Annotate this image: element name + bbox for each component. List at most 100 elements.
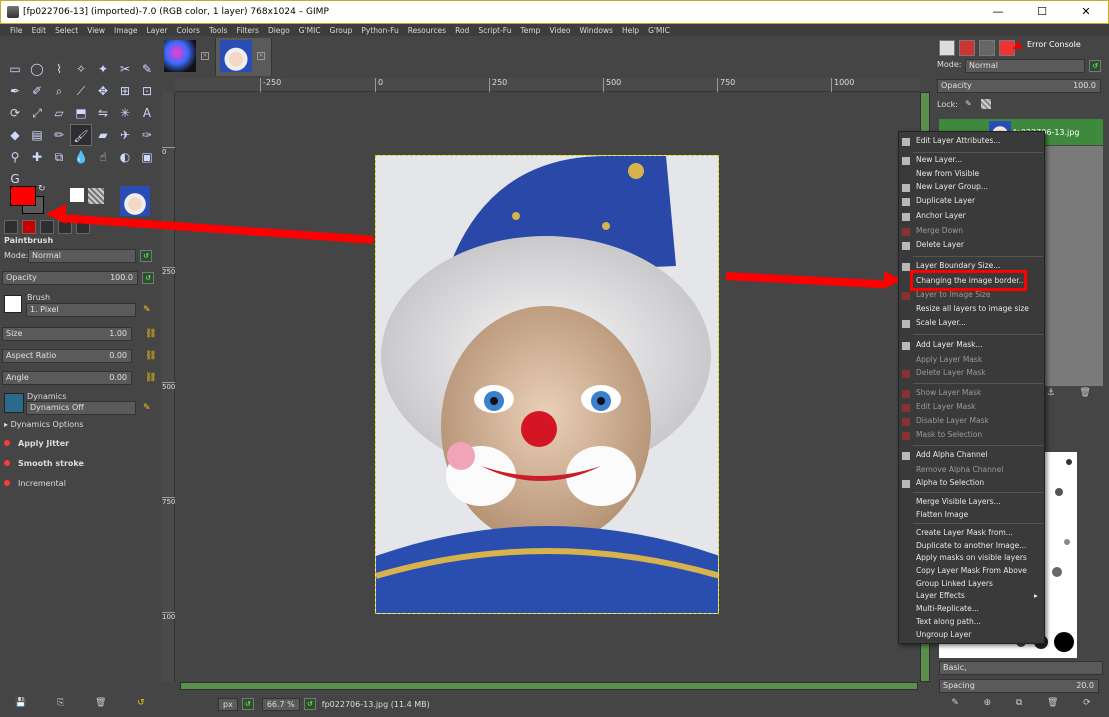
menu-item-help-19[interactable]: Help (622, 26, 639, 35)
ellipse-select-tool-icon[interactable]: ◯ (26, 58, 48, 80)
context-menu-item-text-along-path[interactable]: Text along path... (916, 617, 981, 629)
angle-slider[interactable]: Angle 0.00 (2, 371, 132, 385)
scissors-tool-icon[interactable]: ✂ (114, 58, 136, 80)
context-menu-item-edit-layer-attributes[interactable]: Edit Layer Attributes... (916, 136, 1000, 148)
context-menu-item-duplicate-to-another-image[interactable]: Duplicate to another Image... (916, 541, 1026, 553)
image-tab-1[interactable]: × (160, 38, 216, 76)
paths-tool-icon[interactable]: ✒ (4, 80, 26, 102)
mode-select[interactable]: Normal (28, 249, 136, 263)
device-status-tab-icon[interactable] (22, 220, 36, 234)
zoom-tool-icon[interactable]: ⌕ (48, 80, 70, 102)
context-menu-item-edit-layer-mask[interactable]: Edit Layer Mask (916, 402, 976, 414)
context-menu-item-resize-all-layers-to-image-size[interactable]: Resize all layers to image size (916, 304, 1029, 316)
context-menu-item-new-layer[interactable]: New Layer... (916, 155, 962, 167)
dynamics-options-expander[interactable]: ▸ Dynamics Options (4, 420, 83, 429)
angle-link-icon[interactable]: ⛓ (145, 373, 156, 383)
channels-tab-icon[interactable] (959, 40, 975, 56)
ink-tool-icon[interactable]: ✑ (136, 124, 158, 146)
lock-pixels-icon[interactable]: ✎ (965, 99, 972, 108)
context-menu-item-multi-replicate[interactable]: Multi-Replicate... (916, 604, 979, 616)
layer-opacity-slider[interactable]: Opacity 100.0 (937, 79, 1101, 93)
active-image-preview[interactable] (120, 186, 150, 216)
crop-tool-icon[interactable]: ⊡ (136, 80, 158, 102)
blur-tool-icon[interactable]: 💧 (70, 146, 92, 168)
apply-jitter-checkbox[interactable]: Apply Jitter (0, 433, 160, 453)
duplicate-brush-icon[interactable]: ⧉ (1016, 698, 1022, 708)
lock-alpha-icon[interactable] (981, 99, 991, 109)
edit-brush-icon[interactable]: ✎ (143, 305, 153, 315)
move-tool-icon[interactable]: ✥ (92, 80, 114, 102)
perspective-clone-tool-icon[interactable]: ⧉ (48, 146, 70, 168)
dynamics-select[interactable]: Dynamics Off (26, 401, 136, 415)
heal-tool-icon[interactable]: ✚ (26, 146, 48, 168)
opacity-slider[interactable]: Opacity 100.0 (2, 271, 138, 285)
context-menu-item-add-alpha-channel[interactable]: Add Alpha Channel (916, 450, 987, 462)
refresh-brushes-icon[interactable]: ⟳ (1083, 698, 1091, 708)
menu-item-group-11[interactable]: Group (330, 26, 353, 35)
context-menu-item-show-layer-mask[interactable]: Show Layer Mask (916, 388, 981, 400)
menu-item-diego-9[interactable]: Diego (268, 26, 290, 35)
context-menu-item-disable-layer-mask[interactable]: Disable Layer Mask (916, 416, 989, 428)
menu-item-gmic-20[interactable]: G'MIC (648, 26, 670, 35)
layer-mode-select[interactable]: Normal (965, 59, 1085, 73)
menu-item-scriptfu-15[interactable]: Script-Fu (478, 26, 511, 35)
context-menu-item-duplicate-layer[interactable]: Duplicate Layer (916, 196, 975, 208)
context-menu-item-flatten-image[interactable]: Flatten Image (916, 510, 968, 522)
layers-tab-icon[interactable] (939, 40, 955, 56)
close-button[interactable]: ✕ (1064, 1, 1108, 23)
menu-item-layer-5[interactable]: Layer (147, 26, 168, 35)
zoom-reset-icon[interactable]: ↺ (303, 698, 316, 710)
close-icon[interactable]: × (257, 52, 265, 60)
smudge-tool-icon[interactable]: ☝ (92, 146, 114, 168)
scale-tool-icon[interactable]: ⤢ (26, 102, 48, 124)
menu-item-filters-8[interactable]: Filters (236, 26, 258, 35)
fuzzy-select-tool-icon[interactable]: ✧ (70, 58, 92, 80)
menu-item-rod-14[interactable]: Rod (455, 26, 469, 35)
layer-mode-reset-icon[interactable]: ↺ (1089, 60, 1101, 72)
context-menu-item-merge-down[interactable]: Merge Down (916, 226, 963, 238)
size-link-icon[interactable]: ⛓ (145, 329, 156, 339)
menu-item-file-0[interactable]: File (10, 26, 23, 35)
menu-item-image-4[interactable]: Image (114, 26, 138, 35)
context-menu-item-apply-layer-mask[interactable]: Apply Layer Mask (916, 355, 982, 367)
paintbrush-tool-icon[interactable]: 🖌 (70, 124, 92, 146)
size-slider[interactable]: Size 1.00 (2, 327, 132, 341)
clown-photo[interactable] (375, 155, 719, 614)
color-select-tool-icon[interactable]: ✦ (92, 58, 114, 80)
mode-reset-icon[interactable]: ↺ (140, 250, 152, 262)
context-menu-item-merge-visible-layers[interactable]: Merge Visible Layers... (916, 497, 1001, 509)
pencil-tool-icon[interactable]: ✏ (48, 124, 70, 146)
eraser-tool-icon[interactable]: ▰ (92, 124, 114, 146)
menu-item-view-3[interactable]: View (87, 26, 105, 35)
brush-select[interactable]: 1. Pixel (26, 303, 136, 317)
delete-layer-icon[interactable]: 🗑 (1079, 388, 1090, 402)
flip-tool-icon[interactable]: ⇋ (92, 102, 114, 124)
align-tool-icon[interactable]: ⊞ (114, 80, 136, 102)
blend-tool-icon[interactable]: ▤ (26, 124, 48, 146)
context-menu-item-alpha-to-selection[interactable]: Alpha to Selection (916, 478, 984, 490)
tool-options-tab-icon[interactable] (4, 220, 18, 234)
minimize-button[interactable]: — (976, 1, 1020, 23)
active-pattern-preview[interactable] (88, 188, 104, 204)
brush-category-field[interactable]: Basic, (939, 661, 1103, 675)
aspect-link-icon[interactable]: ⛓ (145, 351, 156, 361)
close-icon[interactable]: × (201, 52, 209, 60)
menu-item-resources-13[interactable]: Resources (408, 26, 446, 35)
context-menu-item-apply-masks-on-visible-layers[interactable]: Apply masks on visible layers (916, 553, 1027, 565)
restore-options-icon[interactable]: ⎘ (57, 698, 64, 708)
context-menu-item-new-from-visible[interactable]: New from Visible (916, 169, 979, 181)
image-tab-2[interactable]: × (216, 38, 272, 76)
menu-item-pythonfu-12[interactable]: Python-Fu (361, 26, 398, 35)
context-menu-item-new-layer-group[interactable]: New Layer Group... (916, 182, 988, 194)
paths-tab-icon[interactable] (979, 40, 995, 56)
menu-item-gmic-10[interactable]: G'MIC (299, 26, 321, 35)
delete-options-icon[interactable]: 🗑 (95, 698, 106, 708)
context-menu-item-scale-layer[interactable]: Scale Layer... (916, 318, 966, 330)
unit-reset-icon[interactable]: ↺ (241, 698, 254, 710)
menu-item-windows-18[interactable]: Windows (579, 26, 612, 35)
context-menu-item-mask-to-selection[interactable]: Mask to Selection (916, 430, 982, 442)
maximize-button[interactable]: ☐ (1020, 1, 1064, 23)
error-console-tab[interactable]: Error Console (1013, 40, 1081, 49)
horizontal-scrollbar[interactable] (180, 682, 918, 690)
save-options-icon[interactable]: 💾 (15, 698, 26, 708)
